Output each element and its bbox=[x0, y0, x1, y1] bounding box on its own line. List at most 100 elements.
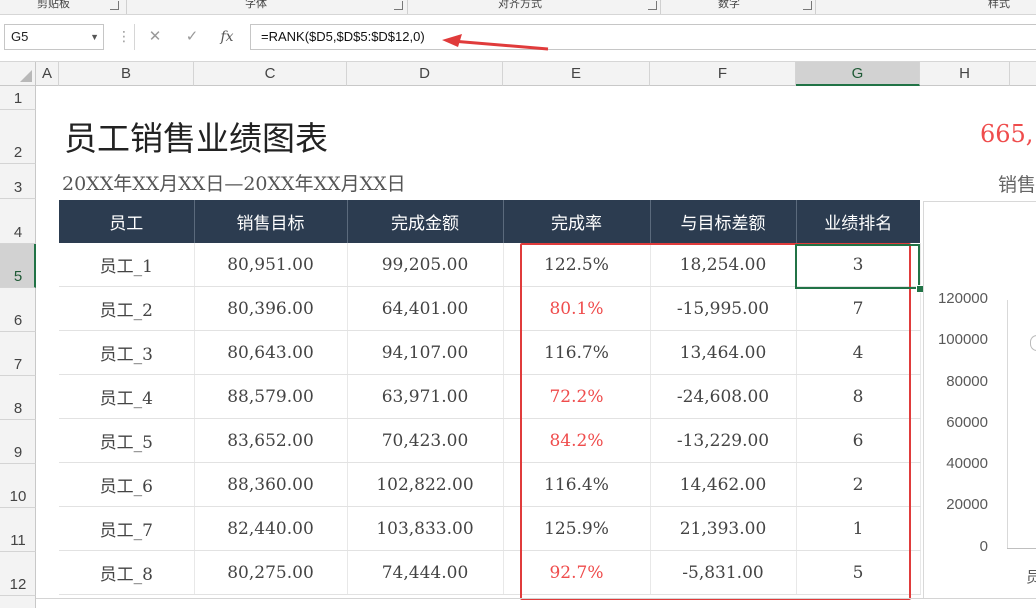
row-header-3[interactable]: 3 bbox=[0, 164, 36, 199]
y-tick-label: 20000 bbox=[946, 496, 988, 513]
row-number: 6 bbox=[13, 312, 23, 329]
date-range[interactable]: 20XX年XX月XX日—20XX年XX月XX日 bbox=[62, 169, 406, 196]
cell-employee[interactable]: 员工_5 bbox=[59, 418, 195, 463]
column-header-h[interactable]: H bbox=[920, 62, 1010, 86]
row-number: 9 bbox=[13, 444, 23, 461]
chevron-down-icon[interactable]: ▼ bbox=[90, 25, 99, 49]
row-header-4[interactable]: 4 bbox=[0, 199, 36, 244]
cell-target[interactable]: 80,275.00 bbox=[194, 550, 348, 595]
column-header-a[interactable]: A bbox=[36, 62, 59, 86]
column-header-partial[interactable] bbox=[1010, 62, 1036, 86]
cell-employee[interactable]: 员工_6 bbox=[59, 462, 195, 507]
header-employee[interactable]: 员工 bbox=[59, 200, 195, 243]
sheet-gridline bbox=[36, 598, 1036, 609]
ribbon-group-alignment: 对齐方式 bbox=[498, 0, 542, 10]
row-header-11[interactable]: 11 bbox=[0, 508, 36, 552]
table-header-row: 员工 销售目标 完成金额 完成率 与目标差额 业绩排名 bbox=[59, 200, 920, 243]
y-tick-label: 40000 bbox=[946, 455, 988, 472]
formula-input[interactable]: =RANK($D5,$D$5:$D$12,0) bbox=[250, 24, 1036, 50]
ribbon-divider bbox=[126, 0, 127, 14]
cell-completed[interactable]: 64,401.00 bbox=[347, 286, 504, 331]
cell-target[interactable]: 88,360.00 bbox=[194, 462, 348, 507]
header-completed[interactable]: 完成金额 bbox=[347, 200, 504, 243]
cell-completed[interactable]: 103,833.00 bbox=[347, 506, 504, 551]
row-header-10[interactable]: 10 bbox=[0, 464, 36, 508]
total-sales-value[interactable]: 665, bbox=[980, 120, 1033, 148]
name-box[interactable]: G5 ▼ bbox=[4, 24, 104, 50]
chart-series-marker bbox=[1030, 335, 1036, 351]
row-header-2[interactable]: 2 bbox=[0, 110, 36, 164]
ribbon-group-labels: 剪贴板 字体 对齐方式 数字 样式 bbox=[0, 0, 1036, 15]
column-header-f[interactable]: F bbox=[650, 62, 796, 86]
row-number: 2 bbox=[13, 144, 23, 161]
cell-completed[interactable]: 102,822.00 bbox=[347, 462, 504, 507]
select-all-button[interactable] bbox=[0, 62, 36, 86]
y-tick-label: 100000 bbox=[937, 331, 988, 348]
row-number: 4 bbox=[13, 224, 23, 241]
cell-completed[interactable]: 70,423.00 bbox=[347, 418, 504, 463]
dialog-launcher-icon[interactable] bbox=[803, 1, 812, 10]
y-axis-line bbox=[1007, 300, 1008, 548]
cell-target[interactable]: 82,440.00 bbox=[194, 506, 348, 551]
row-number: 8 bbox=[13, 400, 23, 417]
header-rate[interactable]: 完成率 bbox=[503, 200, 651, 243]
cell-target[interactable]: 88,579.00 bbox=[194, 374, 348, 419]
enter-icon[interactable]: ✓ bbox=[177, 24, 207, 50]
row-number: 3 bbox=[13, 179, 23, 196]
row-number: 7 bbox=[13, 356, 23, 373]
cell-target[interactable]: 80,396.00 bbox=[194, 286, 348, 331]
insert-function-icon[interactable]: fx bbox=[212, 24, 242, 50]
column-header-d[interactable]: D bbox=[347, 62, 503, 86]
column-header-b[interactable]: B bbox=[59, 62, 194, 86]
y-tick-label: 80000 bbox=[946, 373, 988, 390]
name-box-value: G5 bbox=[11, 29, 29, 44]
column-header-e[interactable]: E bbox=[503, 62, 650, 86]
x-axis-line bbox=[1007, 548, 1036, 549]
row-header-9[interactable]: 9 bbox=[0, 420, 36, 464]
header-target[interactable]: 销售目标 bbox=[194, 200, 348, 243]
row-header-1[interactable]: 1 bbox=[0, 86, 36, 110]
more-options-icon[interactable]: ⋮ bbox=[117, 28, 131, 45]
header-rank[interactable]: 业绩排名 bbox=[796, 200, 920, 243]
cell-completed[interactable]: 99,205.00 bbox=[347, 243, 504, 287]
row-number: 10 bbox=[9, 488, 27, 505]
row-header-partial[interactable] bbox=[0, 596, 36, 608]
cell-employee[interactable]: 员工_1 bbox=[59, 243, 195, 287]
sales-label[interactable]: 销售 bbox=[998, 170, 1036, 197]
cell-completed[interactable]: 74,444.00 bbox=[347, 550, 504, 595]
formula-divider bbox=[134, 24, 135, 50]
dialog-launcher-icon[interactable] bbox=[648, 1, 657, 10]
x-axis-label: 员 bbox=[1026, 569, 1036, 586]
annotation-arrow bbox=[442, 34, 549, 51]
cell-employee[interactable]: 员工_3 bbox=[59, 330, 195, 375]
header-difference[interactable]: 与目标差额 bbox=[650, 200, 797, 243]
dialog-launcher-icon[interactable] bbox=[394, 1, 403, 10]
ribbon-group-styles: 样式 bbox=[988, 0, 1010, 10]
cell-employee[interactable]: 员工_7 bbox=[59, 506, 195, 551]
row-header-5[interactable]: 5 bbox=[0, 244, 36, 288]
y-tick-label: 60000 bbox=[946, 414, 988, 431]
dialog-launcher-icon[interactable] bbox=[110, 1, 119, 10]
cell-target[interactable]: 83,652.00 bbox=[194, 418, 348, 463]
column-header-c[interactable]: C bbox=[194, 62, 347, 86]
cell-completed[interactable]: 63,971.00 bbox=[347, 374, 504, 419]
row-header-7[interactable]: 7 bbox=[0, 332, 36, 376]
y-tick-label: 120000 bbox=[937, 290, 988, 307]
row-number: 1 bbox=[13, 90, 23, 107]
cell-target[interactable]: 80,951.00 bbox=[194, 243, 348, 287]
ribbon-divider bbox=[407, 0, 408, 14]
cell-completed[interactable]: 94,107.00 bbox=[347, 330, 504, 375]
active-cell-g5[interactable] bbox=[795, 244, 920, 289]
sheet-title[interactable]: 员工销售业绩图表 bbox=[64, 112, 328, 160]
row-header-6[interactable]: 6 bbox=[0, 288, 36, 332]
cell-employee[interactable]: 员工_2 bbox=[59, 286, 195, 331]
row-header-12[interactable]: 12 bbox=[0, 552, 36, 596]
cancel-icon[interactable]: ✕ bbox=[140, 24, 170, 50]
y-tick-label: 0 bbox=[979, 538, 988, 555]
cell-employee[interactable]: 员工_4 bbox=[59, 374, 195, 419]
column-header-g[interactable]: G bbox=[796, 62, 920, 86]
cell-target[interactable]: 80,643.00 bbox=[194, 330, 348, 375]
row-header-8[interactable]: 8 bbox=[0, 376, 36, 420]
cell-employee[interactable]: 员工_8 bbox=[59, 550, 195, 595]
ribbon-group-number: 数字 bbox=[718, 0, 740, 10]
